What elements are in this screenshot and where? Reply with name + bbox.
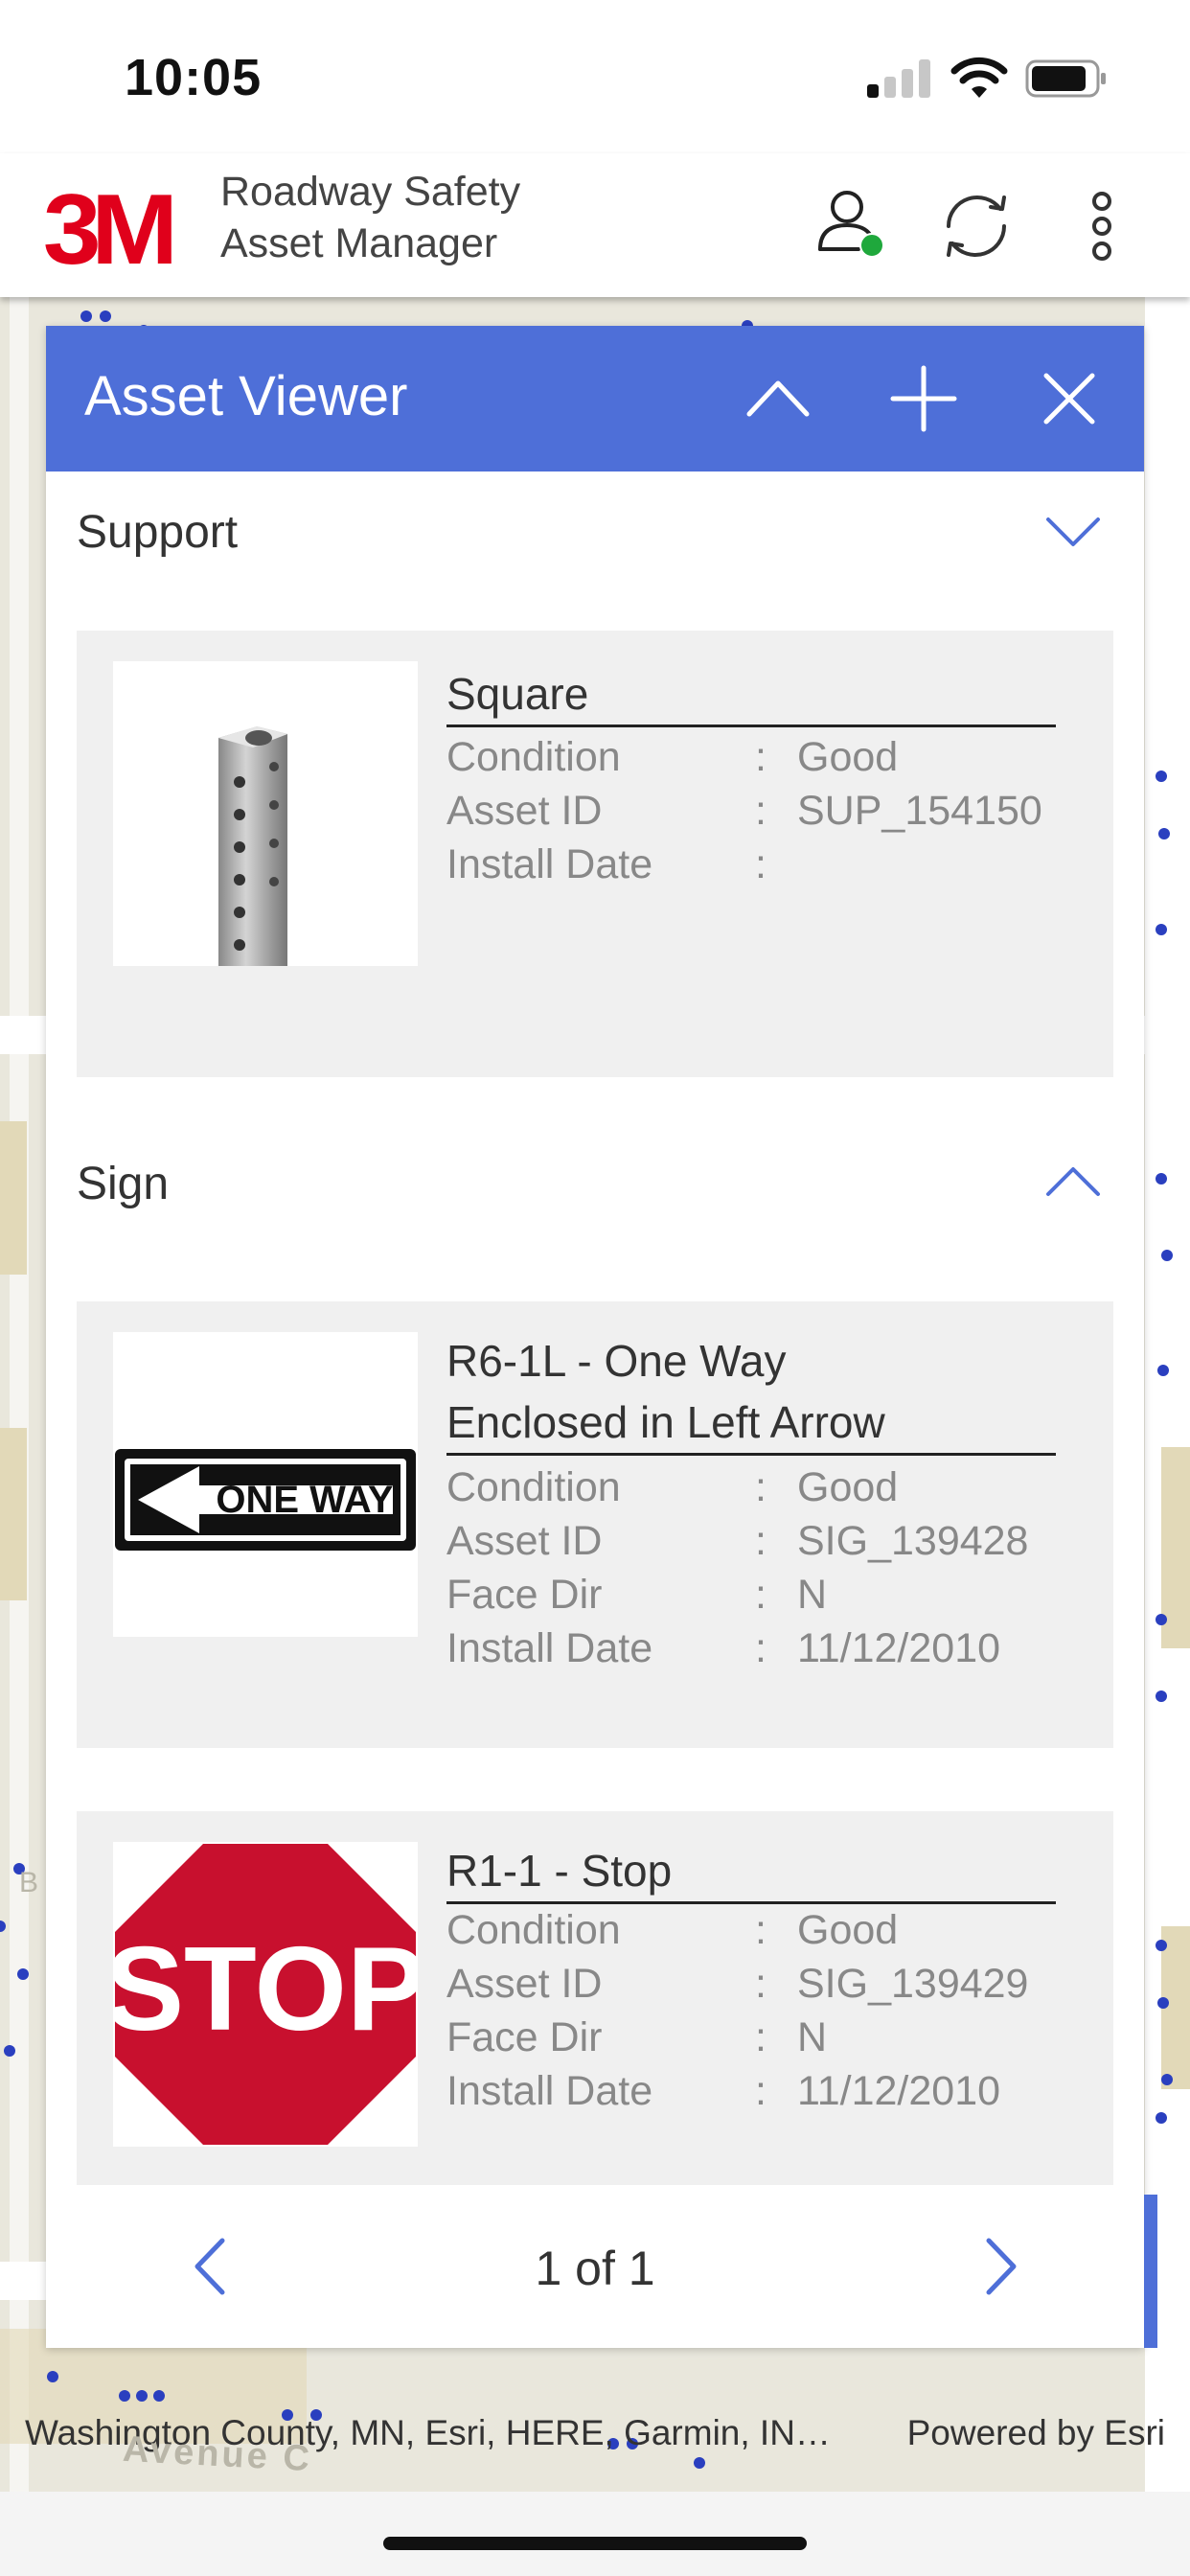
stop-sign-image: STOP xyxy=(113,1842,418,2147)
map-point[interactable] xyxy=(1156,1173,1167,1184)
status-bar: 10:05 xyxy=(0,0,1190,153)
map-point[interactable] xyxy=(1161,1250,1173,1261)
attr-label: Asset ID xyxy=(446,1518,603,1564)
map-point[interactable] xyxy=(1156,1940,1167,1951)
scrollbar-thumb[interactable] xyxy=(1144,2195,1157,2348)
map-point[interactable] xyxy=(694,2457,705,2469)
map-point[interactable] xyxy=(1158,828,1170,840)
map-point[interactable] xyxy=(1156,1690,1167,1702)
sync-icon[interactable] xyxy=(933,182,1019,268)
chevron-down-icon[interactable] xyxy=(1042,500,1104,562)
map-point[interactable] xyxy=(153,2390,165,2402)
section-header-support[interactable]: Support xyxy=(46,472,1144,586)
user-status-icon[interactable] xyxy=(811,182,897,268)
chevron-up-icon[interactable] xyxy=(1042,1152,1104,1213)
attr-label: Face Dir xyxy=(446,1572,603,1618)
app-title-line2: Asset Manager xyxy=(220,220,498,266)
attr-value: N xyxy=(797,1572,828,1618)
map-point[interactable] xyxy=(1156,770,1167,782)
attr-label: Asset ID xyxy=(446,1961,603,2007)
powered-by-esri[interactable]: Powered by Esri xyxy=(907,2413,1165,2453)
asset-card-support[interactable]: Square Condition : Good Asset ID : SUP_1… xyxy=(77,631,1113,1077)
asset-title: R1-1 - Stop xyxy=(446,1840,1056,1904)
map-point[interactable] xyxy=(136,2390,148,2402)
map-point[interactable] xyxy=(1156,924,1167,935)
attr-value: SIG_139428 xyxy=(797,1518,1029,1564)
wifi-icon xyxy=(950,57,1008,98)
asset-viewer-title: Asset Viewer xyxy=(84,365,408,427)
attr-value: 11/12/2010 xyxy=(797,2068,1001,2114)
asset-list[interactable]: Support Square Condition: Good Asset ID… xyxy=(46,472,1144,2185)
attr-label: Install Date xyxy=(446,1625,653,1671)
attr-value: Good xyxy=(797,1464,899,1510)
attr-value: SUP_154150 xyxy=(797,788,1042,834)
attr-label: Install Date xyxy=(446,2068,653,2114)
map-point[interactable] xyxy=(100,310,111,322)
map-point[interactable] xyxy=(17,1968,29,1980)
asset-viewer-header: Asset Viewer xyxy=(46,326,1144,472)
asset-title-line2: Enclosed in Left Arrow xyxy=(446,1397,885,1447)
attr-label: Condition xyxy=(446,734,621,780)
asset-card-one-way[interactable]: ONE WAY R6-1L - One Way Enclosed in Left… xyxy=(77,1301,1113,1748)
attr-label: Asset ID xyxy=(446,788,603,834)
map-point[interactable] xyxy=(1161,2074,1173,2085)
asset-title: Square xyxy=(446,663,1056,727)
stop-sign-text: STOP xyxy=(113,1923,418,2056)
close-icon[interactable] xyxy=(1031,360,1108,437)
map-point[interactable] xyxy=(1157,1997,1169,2009)
asset-card-stop[interactable]: STOP R1-1 - Stop Condition : Good Asset … xyxy=(77,1811,1113,2185)
map-point[interactable] xyxy=(119,2390,130,2402)
attr-value: SIG_139429 xyxy=(797,1961,1029,2007)
map-point[interactable] xyxy=(1156,2112,1167,2124)
next-icon[interactable] xyxy=(966,2233,1033,2300)
status-time: 10:05 xyxy=(125,49,263,106)
one-way-sign-image: ONE WAY xyxy=(113,1332,418,1637)
map-street-label-partial: B xyxy=(19,1867,39,1898)
brand-logo: 3M xyxy=(42,174,178,286)
attr-label: Condition xyxy=(446,1907,621,1953)
app-header: 3M Roadway Safety Asset Manager xyxy=(0,153,1190,297)
section-title: Support xyxy=(77,507,239,558)
map-point[interactable] xyxy=(1157,1365,1169,1376)
pager: 1 of 1 xyxy=(46,2185,1144,2348)
collapse-icon[interactable] xyxy=(740,360,816,437)
app-title-line1: Roadway Safety xyxy=(220,169,521,215)
cellular-signal-icon xyxy=(867,58,932,98)
map-point[interactable] xyxy=(47,2371,58,2382)
attr-label: Condition xyxy=(446,1464,621,1510)
asset-title-line1: R6-1L - One Way xyxy=(446,1336,787,1386)
section-header-sign[interactable]: Sign xyxy=(46,1123,1144,1238)
attr-label: Face Dir xyxy=(446,2014,603,2060)
attr-value: N xyxy=(797,2014,828,2060)
map-point[interactable] xyxy=(1156,1614,1167,1625)
attr-value: 11/12/2010 xyxy=(797,1625,1001,1671)
attr-value: Good xyxy=(797,734,899,780)
attr-label: Install Date xyxy=(446,841,653,887)
add-icon[interactable] xyxy=(885,360,962,437)
one-way-sign-text: ONE WAY xyxy=(216,1479,394,1521)
map-point[interactable] xyxy=(0,1920,6,1932)
attr-value: Good xyxy=(797,1907,899,1953)
section-title: Sign xyxy=(77,1159,170,1209)
square-post-image xyxy=(113,661,418,966)
more-vertical-icon[interactable] xyxy=(1060,182,1146,268)
asset-viewer-panel: Asset Viewer Support Square Condition: … xyxy=(46,326,1144,2348)
home-indicator[interactable] xyxy=(383,2537,807,2550)
map-point[interactable] xyxy=(4,2045,15,2057)
battery-icon xyxy=(1025,59,1106,98)
asset-title: R6-1L - One Way Enclosed in Left Arrow xyxy=(446,1330,1056,1456)
home-area xyxy=(0,2492,1190,2576)
map-point[interactable] xyxy=(80,310,92,322)
